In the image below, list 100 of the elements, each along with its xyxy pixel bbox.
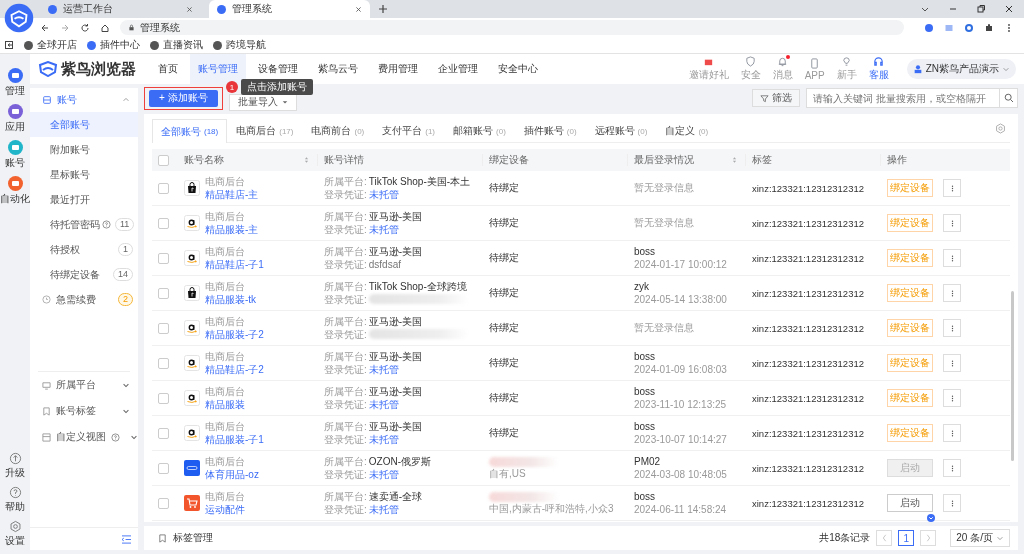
credential-link[interactable]: 未托管 bbox=[368, 503, 399, 516]
checkbox[interactable] bbox=[158, 322, 169, 334]
sort-icon[interactable] bbox=[732, 156, 737, 164]
checkbox[interactable] bbox=[158, 154, 169, 166]
checkbox[interactable] bbox=[158, 217, 169, 229]
back-icon[interactable] bbox=[40, 22, 50, 33]
toolbar-item[interactable]: 客服 bbox=[868, 56, 889, 82]
sidebar-section[interactable]: 自定义视图 bbox=[30, 424, 138, 451]
credential-link[interactable]: 未托管 bbox=[368, 223, 399, 236]
sidebar-section[interactable]: 所属平台 bbox=[30, 372, 138, 399]
rail-item[interactable]: 自动化 bbox=[0, 176, 30, 206]
bookmark[interactable]: 插件中心 bbox=[87, 38, 140, 52]
tag-manage-link[interactable]: 标签管理 bbox=[173, 531, 213, 545]
account-name[interactable]: 精品鞋店-主 bbox=[205, 188, 259, 201]
checkbox[interactable] bbox=[158, 287, 169, 299]
nav-tab[interactable]: 首页 bbox=[150, 54, 186, 84]
sidebar-section[interactable]: 账号标签 bbox=[30, 398, 138, 425]
sidebar-item[interactable]: 急需续费 2 bbox=[30, 287, 138, 312]
credential-link[interactable]: 未托管 bbox=[368, 433, 399, 446]
sidebar-toggle-icon[interactable] bbox=[4, 40, 14, 50]
category-tab[interactable]: 邮箱账号 (0) bbox=[444, 119, 515, 142]
next-page-button[interactable] bbox=[920, 530, 937, 546]
close-tab-icon[interactable] bbox=[355, 5, 362, 13]
category-tab[interactable]: 电商前台 (0) bbox=[302, 119, 374, 142]
more-button[interactable] bbox=[943, 494, 961, 512]
add-account-button[interactable]: + 添加账号 bbox=[149, 89, 218, 107]
bookmark[interactable]: 全球开店 bbox=[24, 38, 77, 52]
account-name[interactable]: 运动配件 bbox=[205, 503, 245, 516]
browser-tab[interactable]: 管理系统 bbox=[209, 0, 370, 18]
rail-item[interactable]: 帮助 bbox=[5, 486, 25, 514]
checkbox[interactable] bbox=[158, 392, 169, 404]
category-tab[interactable]: 自定义 (0) bbox=[656, 119, 718, 142]
sidebar-group[interactable]: 账号 bbox=[30, 88, 138, 112]
browser-tab[interactable]: 运营工作台 bbox=[40, 0, 201, 18]
account-name[interactable]: 精品服装 bbox=[205, 398, 245, 411]
rail-item[interactable]: 管理 bbox=[5, 68, 25, 98]
import-button[interactable]: 批量导入 bbox=[228, 93, 297, 111]
close-icon[interactable] bbox=[1004, 4, 1014, 14]
rail-item[interactable]: 升级 bbox=[5, 452, 25, 480]
rail-item[interactable]: 设置 bbox=[5, 520, 25, 548]
address-bar[interactable]: 管理系统 bbox=[120, 20, 904, 35]
checkbox[interactable] bbox=[158, 252, 169, 264]
row-action-button[interactable]: 启动 bbox=[887, 494, 933, 512]
user-menu[interactable]: ZN紫鸟产品演示 bbox=[906, 59, 1016, 79]
sort-icon[interactable] bbox=[304, 156, 309, 164]
home-icon[interactable] bbox=[100, 22, 110, 33]
close-tab-icon[interactable] bbox=[186, 5, 193, 13]
credential-link[interactable]: 未托管 bbox=[368, 188, 399, 201]
account-name[interactable]: 精品服装-tk bbox=[205, 293, 257, 306]
settings-icon[interactable] bbox=[995, 123, 1006, 134]
more-button[interactable] bbox=[943, 319, 961, 337]
sidebar-item[interactable]: 附加账号 bbox=[30, 137, 138, 162]
filter-button[interactable]: 筛选 bbox=[752, 89, 800, 107]
collapse-icon[interactable] bbox=[121, 534, 132, 544]
sidebar-item[interactable]: 最近打开 bbox=[30, 187, 138, 212]
category-tab[interactable]: 全部账号 (18) bbox=[152, 119, 228, 143]
page-size-select[interactable]: 20 条/页 bbox=[950, 529, 1010, 547]
rail-item[interactable]: 应用 bbox=[5, 104, 25, 134]
prev-page-button[interactable] bbox=[876, 530, 893, 546]
sidebar-item[interactable]: 待托管密码 11 bbox=[30, 212, 138, 237]
extension-icon[interactable] bbox=[924, 22, 934, 33]
category-tab[interactable]: 远程账号 (0) bbox=[585, 119, 657, 142]
rail-item[interactable]: 账号 bbox=[5, 140, 25, 170]
account-name[interactable]: 精品鞋店-子2 bbox=[205, 363, 264, 376]
more-button[interactable] bbox=[943, 389, 961, 407]
reload-icon[interactable] bbox=[80, 22, 90, 33]
forward-icon[interactable] bbox=[60, 22, 70, 33]
new-tab-icon[interactable] bbox=[378, 4, 388, 14]
more-button[interactable] bbox=[943, 179, 961, 197]
account-name[interactable]: 精品服装-子1 bbox=[205, 433, 264, 446]
sidebar-item[interactable]: 待绑定设备 14 bbox=[30, 262, 138, 287]
checkbox[interactable] bbox=[158, 427, 169, 439]
extension-icon[interactable] bbox=[944, 22, 954, 33]
more-button[interactable] bbox=[943, 284, 961, 302]
nav-tab[interactable]: 账号管理 bbox=[190, 54, 246, 84]
bookmark[interactable]: 直播资讯 bbox=[150, 38, 203, 52]
sidebar-item[interactable]: 星标账号 bbox=[30, 162, 138, 187]
more-button[interactable] bbox=[943, 424, 961, 442]
sidebar-item[interactable]: 全部账号 bbox=[30, 112, 138, 137]
nav-tab[interactable]: 费用管理 bbox=[370, 54, 426, 84]
account-name[interactable]: 精品鞋店-子1 bbox=[205, 258, 264, 271]
restore-icon[interactable] bbox=[976, 4, 986, 14]
bookmark[interactable]: 跨境导航 bbox=[213, 38, 266, 52]
checkbox[interactable] bbox=[158, 497, 169, 509]
account-name[interactable]: 精品服装-子2 bbox=[205, 328, 264, 341]
credential-link[interactable]: 未托管 bbox=[368, 398, 399, 411]
more-button[interactable] bbox=[943, 354, 961, 372]
credential-link[interactable]: 未托管 bbox=[368, 363, 399, 376]
extension-icon[interactable] bbox=[964, 22, 974, 33]
dropdown-badge-icon[interactable] bbox=[927, 514, 935, 522]
scrollbar[interactable] bbox=[1011, 291, 1014, 461]
checkbox[interactable] bbox=[158, 357, 169, 369]
checkbox[interactable] bbox=[158, 182, 169, 194]
page-button[interactable]: 1 bbox=[898, 530, 915, 546]
nav-tab[interactable]: 安全中心 bbox=[490, 54, 546, 84]
nav-tab[interactable]: 企业管理 bbox=[430, 54, 486, 84]
sidebar-item[interactable]: 待授权 1 bbox=[30, 237, 138, 262]
category-tab[interactable]: 电商后台 (17) bbox=[227, 119, 303, 142]
category-tab[interactable]: 插件账号 (0) bbox=[514, 119, 586, 142]
category-tab[interactable]: 支付平台 (1) bbox=[373, 119, 445, 142]
